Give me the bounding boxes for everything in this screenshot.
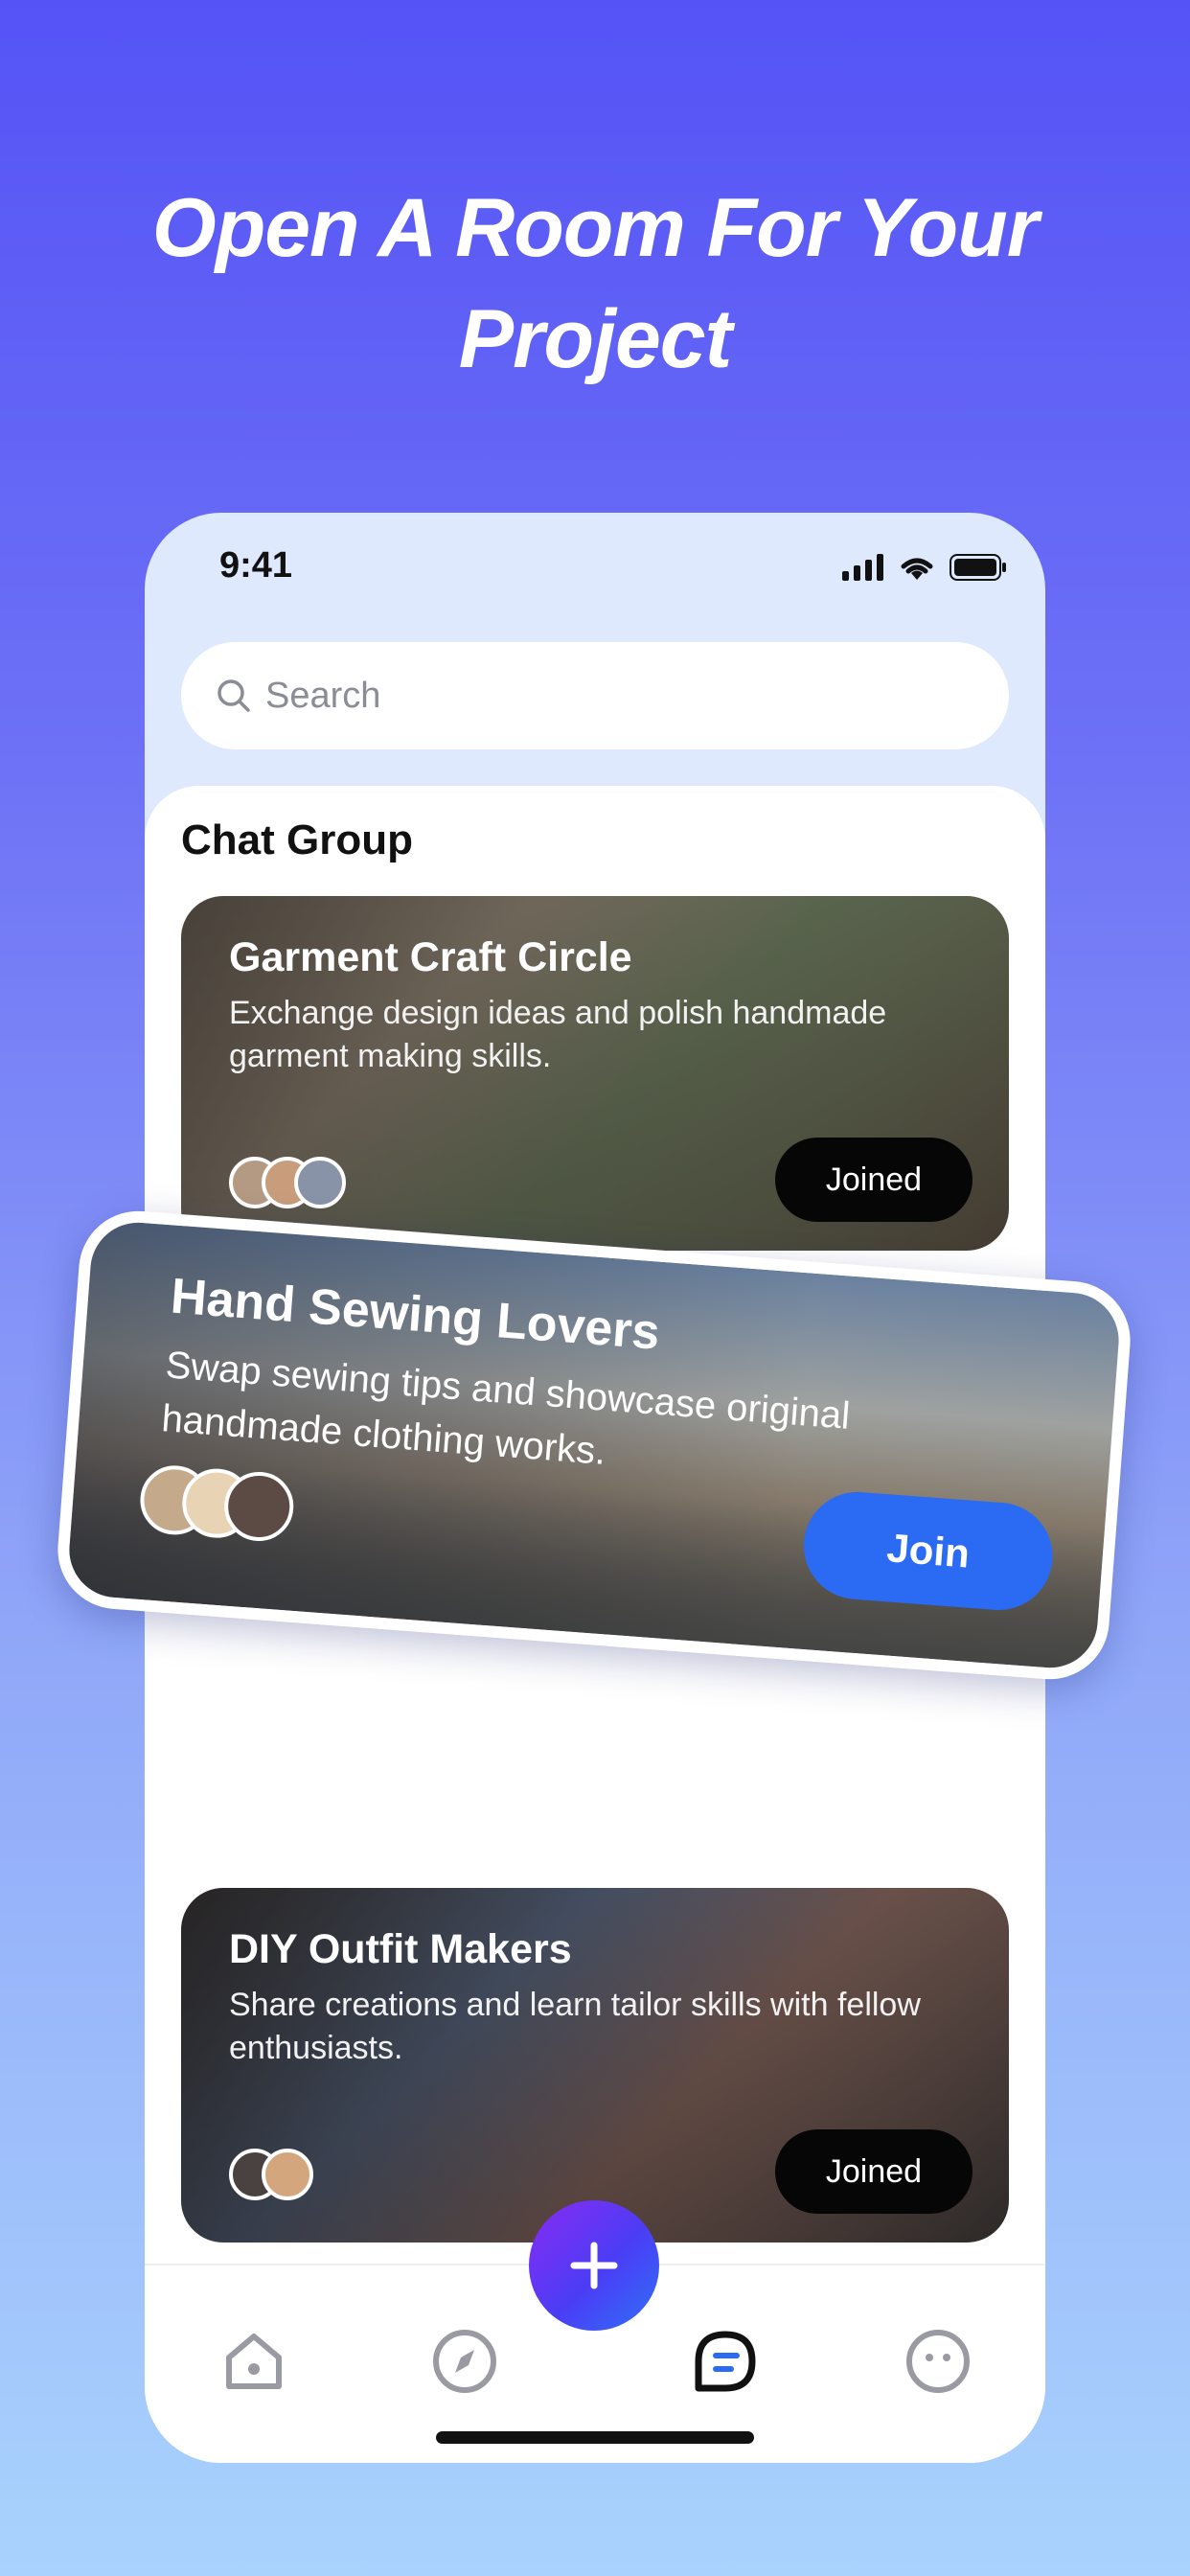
avatar (262, 2149, 313, 2200)
group-card-garment-craft-circle[interactable]: Garment Craft Circle Exchange design ide… (181, 896, 1009, 1251)
group-description: Exchange design ideas and polish handmad… (229, 995, 887, 1074)
section-title: Chat Group (181, 816, 413, 863)
headline-line-1: Open A Room For Your (151, 182, 1039, 274)
group-description: Share creations and learn tailor skills … (229, 1987, 921, 2066)
home-indicator (436, 2431, 754, 2444)
member-avatars (229, 2149, 313, 2200)
search-icon (217, 679, 250, 712)
profile-icon (906, 2330, 970, 2393)
join-button[interactable]: Join (799, 1487, 1057, 1615)
nav-profile[interactable] (900, 2323, 976, 2400)
headline-line-2: Project (458, 293, 733, 385)
nav-discover[interactable] (426, 2323, 503, 2400)
home-icon (226, 2334, 282, 2389)
chat-icon (695, 2331, 756, 2392)
group-card-hand-sewing-lovers[interactable]: Hand Sewing Lovers Swap sewing tips and … (53, 1207, 1135, 1684)
search-input[interactable]: Search (181, 642, 1009, 749)
joined-button[interactable]: Joined (775, 2129, 973, 2214)
status-time: 9:41 (219, 545, 293, 586)
status-icons (842, 553, 1007, 582)
plus-icon (570, 2242, 618, 2289)
nav-home[interactable] (216, 2323, 292, 2400)
search-placeholder: Search (265, 675, 381, 716)
joined-button[interactable]: Joined (775, 1138, 973, 1222)
member-avatars (229, 1157, 346, 1208)
avatar (294, 1157, 346, 1208)
compass-icon (433, 2330, 496, 2393)
nav-chat[interactable] (687, 2323, 764, 2400)
bottom-nav (145, 2200, 1045, 2463)
group-title: Garment Craft Circle (229, 934, 632, 980)
create-room-button[interactable] (529, 2200, 659, 2331)
signal-icon (842, 554, 883, 581)
group-title: DIY Outfit Makers (229, 1926, 572, 1972)
battery-icon (950, 554, 1006, 581)
wifi-icon (901, 558, 933, 580)
headline: Open A Room For Your Project (0, 172, 1190, 395)
group-card-diy-outfit-makers[interactable]: DIY Outfit Makers Share creations and le… (181, 1888, 1009, 2242)
member-avatars (137, 1462, 296, 1544)
